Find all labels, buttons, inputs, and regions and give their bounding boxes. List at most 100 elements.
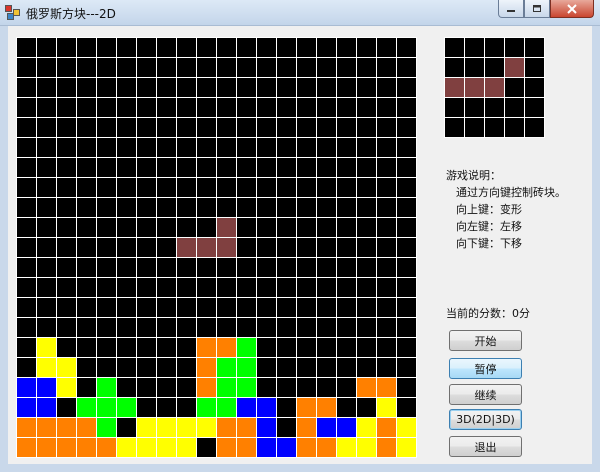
board-cell-empty bbox=[356, 337, 377, 358]
board-cell-empty bbox=[396, 117, 417, 138]
board-cell-empty bbox=[156, 337, 177, 358]
board-cell-empty bbox=[116, 417, 137, 438]
board-cell-empty bbox=[116, 257, 137, 278]
board-cell-empty bbox=[56, 237, 77, 258]
board-cell-filled bbox=[276, 437, 297, 458]
board-cell-empty bbox=[36, 57, 57, 78]
board-cell-empty bbox=[216, 297, 237, 318]
preview-cell-empty bbox=[484, 97, 505, 118]
board-cell-empty bbox=[176, 137, 197, 158]
board-cell-empty bbox=[76, 77, 97, 98]
board-cell-empty bbox=[356, 137, 377, 158]
close-button[interactable] bbox=[550, 0, 594, 18]
board-cell-empty bbox=[336, 397, 357, 418]
board-cell-filled bbox=[76, 437, 97, 458]
board-cell-filled bbox=[216, 437, 237, 458]
board-cell-empty bbox=[96, 357, 117, 378]
board-cell-empty bbox=[116, 77, 137, 98]
board-cell-filled bbox=[216, 377, 237, 398]
board-cell-empty bbox=[276, 137, 297, 158]
resume-button[interactable]: 继续 bbox=[449, 384, 522, 405]
board-cell-empty bbox=[316, 177, 337, 198]
board-cell-empty bbox=[136, 157, 157, 178]
board-cell-empty bbox=[396, 37, 417, 58]
board-cell-filled bbox=[36, 337, 57, 358]
board-cell-empty bbox=[136, 57, 157, 78]
board-cell-empty bbox=[276, 377, 297, 398]
board-cell-empty bbox=[256, 277, 277, 298]
board-cell-empty bbox=[396, 377, 417, 398]
board-cell-empty bbox=[356, 397, 377, 418]
board-cell-empty bbox=[256, 37, 277, 58]
board-cell-empty bbox=[96, 297, 117, 318]
board-cell-empty bbox=[296, 377, 317, 398]
board-cell-empty bbox=[16, 257, 37, 278]
board-cell-empty bbox=[116, 197, 137, 218]
start-button[interactable]: 开始 bbox=[449, 330, 522, 351]
board-cell-empty bbox=[396, 277, 417, 298]
board-cell-filled bbox=[36, 357, 57, 378]
board-cell-empty bbox=[316, 277, 337, 298]
board-cell-filled bbox=[196, 357, 217, 378]
board-cell-empty bbox=[176, 57, 197, 78]
board-cell-empty bbox=[356, 117, 377, 138]
preview-cell-empty bbox=[504, 37, 525, 58]
board-cell-empty bbox=[296, 117, 317, 138]
board-cell-empty bbox=[296, 217, 317, 238]
board-cell-empty bbox=[256, 317, 277, 338]
maximize-button[interactable] bbox=[524, 0, 550, 18]
board-cell-empty bbox=[156, 297, 177, 318]
board-cell-empty bbox=[96, 237, 117, 258]
board-cell-empty bbox=[36, 157, 57, 178]
board-cell-empty bbox=[196, 97, 217, 118]
board-cell-empty bbox=[376, 117, 397, 138]
board-cell-empty bbox=[156, 257, 177, 278]
board-cell-empty bbox=[116, 157, 137, 178]
board-cell-empty bbox=[116, 317, 137, 338]
board-cell-empty bbox=[276, 357, 297, 378]
board-cell-empty bbox=[376, 37, 397, 58]
board-cell-empty bbox=[196, 117, 217, 138]
minimize-button[interactable] bbox=[498, 0, 524, 18]
board-cell-empty bbox=[376, 337, 397, 358]
board-cell-empty bbox=[156, 217, 177, 238]
board-cell-empty bbox=[316, 197, 337, 218]
board-cell-filled bbox=[56, 437, 77, 458]
pause-button[interactable]: 暂停 bbox=[449, 358, 522, 379]
board-cell-empty bbox=[56, 77, 77, 98]
score-value: 0 bbox=[512, 307, 519, 320]
board-cell-filled bbox=[36, 397, 57, 418]
preview-cell-filled bbox=[504, 57, 525, 78]
board-cell-filled bbox=[356, 377, 377, 398]
board-cell-empty bbox=[16, 177, 37, 198]
board-cell-filled bbox=[236, 337, 257, 358]
board-cell-empty bbox=[176, 157, 197, 178]
board-cell-filled bbox=[376, 437, 397, 458]
preview-cell-empty bbox=[484, 117, 505, 138]
board-cell-empty bbox=[36, 77, 57, 98]
board-cell-empty bbox=[76, 317, 97, 338]
window-title: 俄罗斯方块---2D bbox=[26, 7, 116, 21]
game-board[interactable] bbox=[16, 37, 417, 458]
board-cell-empty bbox=[16, 217, 37, 238]
board-cell-empty bbox=[356, 177, 377, 198]
board-cell-empty bbox=[236, 97, 257, 118]
instruction-line: 向左键：左移 bbox=[456, 220, 522, 233]
board-cell-empty bbox=[96, 317, 117, 338]
board-cell-filled bbox=[136, 437, 157, 458]
board-cell-empty bbox=[336, 237, 357, 258]
board-cell-empty bbox=[16, 77, 37, 98]
board-cell-empty bbox=[276, 317, 297, 338]
board-cell-empty bbox=[176, 277, 197, 298]
exit-button[interactable]: 退出 bbox=[449, 436, 522, 457]
board-cell-empty bbox=[256, 297, 277, 318]
preview-cell-empty bbox=[524, 97, 545, 118]
board-cell-empty bbox=[216, 97, 237, 118]
board-cell-empty bbox=[56, 277, 77, 298]
board-cell-empty bbox=[376, 77, 397, 98]
board-cell-empty bbox=[96, 137, 117, 158]
mode-toggle-button[interactable]: 3D(2D|3D) bbox=[449, 409, 522, 430]
board-cell-filled bbox=[376, 377, 397, 398]
board-cell-empty bbox=[376, 257, 397, 278]
board-cell-empty bbox=[16, 57, 37, 78]
